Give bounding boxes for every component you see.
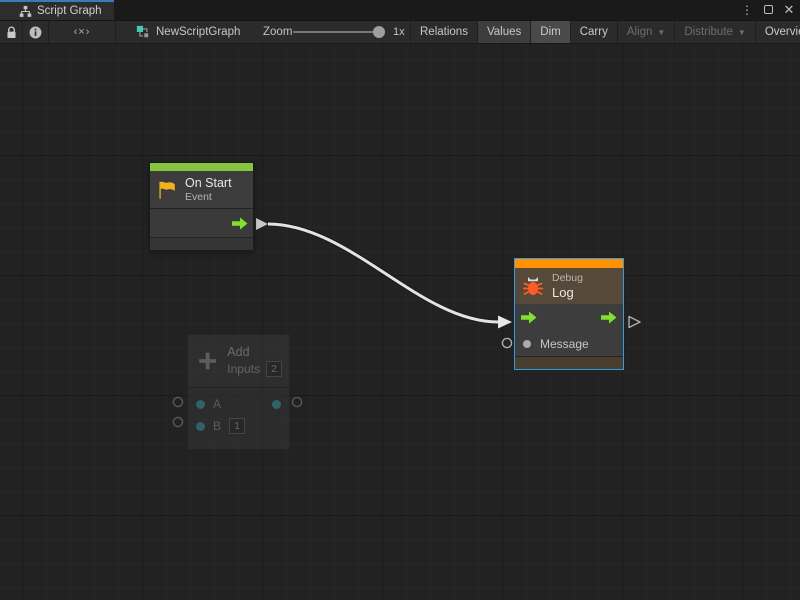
lock-icon [6,26,17,39]
port-b-label: B [213,419,221,433]
trigger-in-arrow-icon[interactable] [521,311,537,324]
graph-name: NewScriptGraph [156,26,240,38]
window-menu-icon[interactable]: ⋮ [740,0,754,20]
connection-layer [0,44,800,600]
node-footer [150,238,253,250]
on-start-trigger-out-port[interactable] [256,218,268,230]
lock-button[interactable] [0,21,23,43]
close-icon[interactable]: ✕ [782,0,796,20]
graph-toolbar: ‹×› NewScriptGraph Zoom 1x Relations Val… [0,20,800,44]
node-title: Log [552,285,583,300]
caret-down-icon: ▼ [657,28,665,37]
graph-asset-icon [136,25,150,39]
graph-reference[interactable]: NewScriptGraph [136,21,240,43]
add-b-in-port[interactable] [173,417,182,426]
carry-button[interactable]: Carry [570,21,617,43]
wire-arrowhead [498,316,512,329]
port-b-value-field[interactable]: 1 [229,418,245,434]
script-graph-window: Script Graph ⋮ ✕ ‹×› [0,0,800,600]
zoom-value: 1x [393,26,405,38]
message-value-port[interactable] [523,340,531,348]
relations-button[interactable]: Relations [410,21,477,43]
caret-down-icon: ▼ [738,28,746,37]
zoom-label: Zoom [263,26,293,38]
add-sum-out-port[interactable] [292,397,301,406]
script-graph-icon [19,5,32,18]
value-port-b[interactable] [196,422,205,431]
value-port-sum[interactable] [272,400,281,409]
inputs-label: Inputs [227,362,260,376]
info-button[interactable] [23,21,49,43]
wire-onstart-to-log[interactable] [268,224,512,329]
plus-icon [195,346,220,376]
zoom-slider-handle[interactable] [373,26,385,38]
node-debug-log[interactable]: Debug Log Message [514,258,624,370]
info-icon [29,26,42,39]
message-port-label: Message [540,337,589,351]
trigger-out-arrow-icon[interactable] [232,217,248,230]
align-dropdown[interactable]: Align▼ [617,21,675,43]
node-title: On Start [185,176,232,191]
inputs-count-field[interactable]: 2 [266,361,282,377]
log-trigger-out-port[interactable] [629,317,640,328]
node-subtitle: Event [185,191,232,204]
overview-button[interactable]: Overview [755,21,800,43]
node-category: Debug [552,272,583,285]
values-button[interactable]: Values [477,21,530,43]
value-port-a[interactable] [196,400,205,409]
code-view-button[interactable]: ‹×› [49,21,116,43]
maximize-icon[interactable] [761,0,775,20]
port-a-label: A [213,397,221,411]
trigger-out-arrow-icon[interactable] [601,311,617,324]
tab-script-graph[interactable]: Script Graph [0,0,114,20]
flag-icon [156,179,178,201]
dim-button[interactable]: Dim [530,21,569,43]
node-footer [515,357,623,369]
node-accent-bar [150,163,253,171]
node-add-dimmed[interactable]: Add Inputs 2 A B 1 [188,335,289,449]
zoom-slider[interactable] [293,31,381,33]
node-accent-bar [515,259,623,268]
node-title: Add [227,345,282,359]
log-message-in-port[interactable] [502,338,511,347]
node-on-start[interactable]: On Start Event [150,163,253,250]
tab-title: Script Graph [37,5,102,17]
bug-icon [521,274,545,298]
title-bar: Script Graph ⋮ ✕ [0,0,800,20]
graph-canvas[interactable]: On Start Event [0,44,800,600]
add-a-in-port[interactable] [173,397,182,406]
distribute-dropdown[interactable]: Distribute▼ [674,21,755,43]
